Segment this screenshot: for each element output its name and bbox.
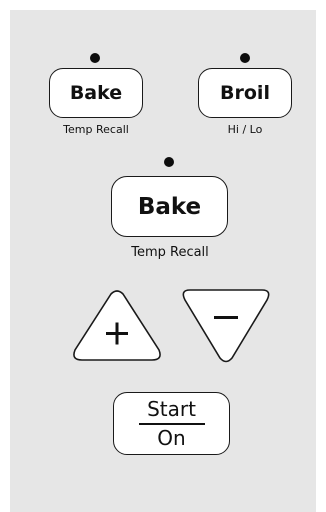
- bake-large-indicator-light: [164, 157, 174, 167]
- start-on-divider: [138, 423, 205, 425]
- bake-large-temp-recall-label: Temp Recall: [131, 245, 209, 260]
- bake-large-button[interactable]: Bake: [111, 176, 228, 237]
- bake-button-label: Bake: [69, 82, 123, 104]
- bake-large-button-label: Bake: [137, 193, 202, 220]
- start-on-button[interactable]: Start On: [113, 392, 230, 455]
- broil-indicator-light: [240, 53, 250, 63]
- minus-icon: [214, 316, 238, 319]
- start-label: Start: [147, 397, 196, 421]
- increase-button[interactable]: [70, 288, 164, 364]
- broil-button[interactable]: Broil: [198, 68, 292, 118]
- decrease-button[interactable]: [180, 288, 272, 364]
- bake-temp-recall-label: Temp Recall: [63, 123, 129, 136]
- on-label: On: [157, 426, 186, 450]
- bake-indicator-light: [90, 53, 100, 63]
- bake-button[interactable]: Bake: [49, 68, 143, 118]
- broil-button-label: Broil: [220, 82, 270, 104]
- broil-hi-lo-label: Hi / Lo: [227, 123, 263, 136]
